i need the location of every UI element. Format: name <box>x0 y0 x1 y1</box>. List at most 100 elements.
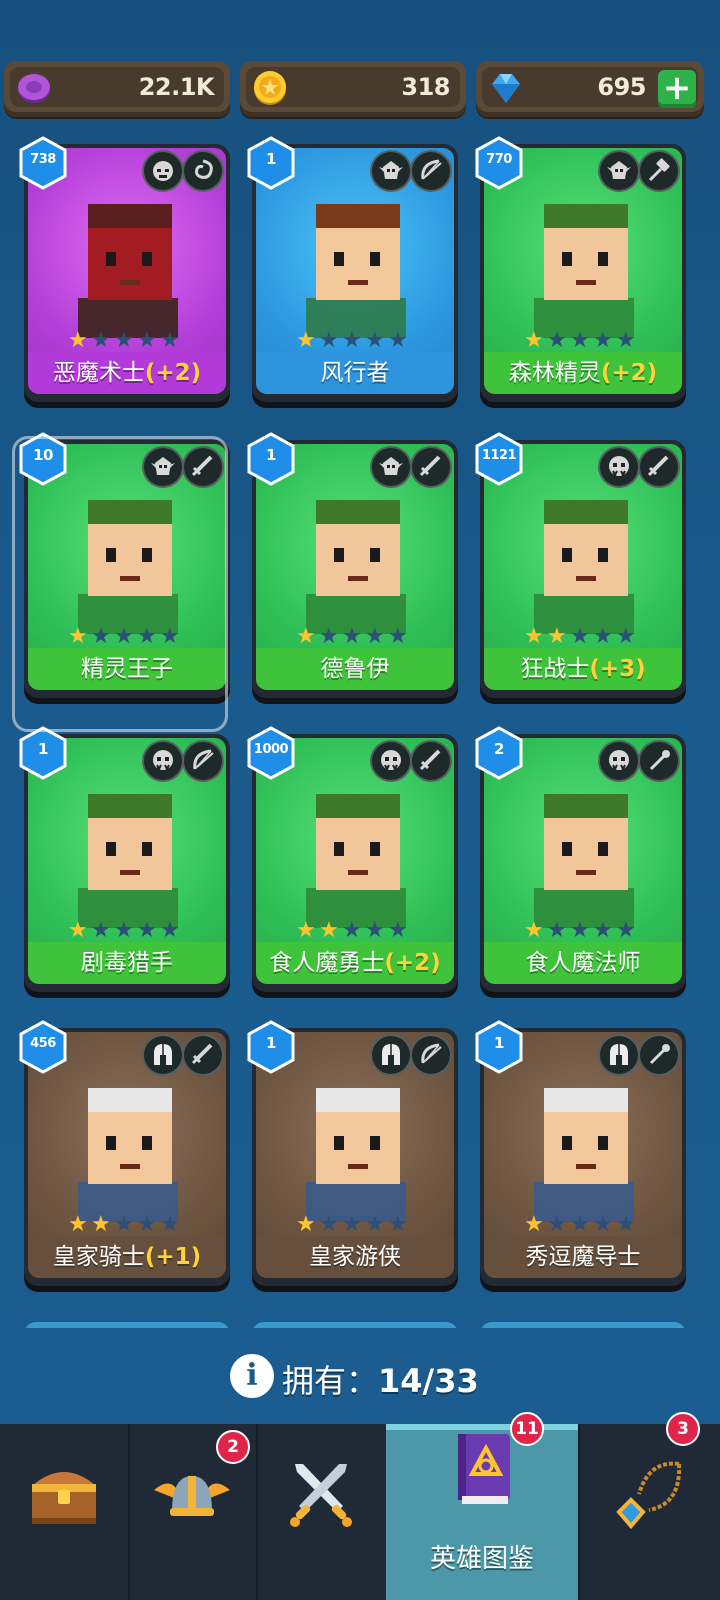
hero-figure <box>534 500 634 634</box>
hero-name: 精灵王子 <box>81 656 173 682</box>
hero-card[interactable]: 恶魔术士(+2) ★ ★ ★ ★ ★ 738 <box>19 136 230 402</box>
star-icon: ★ <box>137 624 157 649</box>
amulet-icon <box>616 1461 682 1530</box>
info-icon[interactable]: i <box>230 1354 274 1398</box>
winged-helmet-icon <box>154 1476 230 1516</box>
star-icon: ★ <box>616 918 636 943</box>
hero-card[interactable]: 森林精灵(+2) ★ ★ ★ ★ ★ 770 <box>475 136 686 402</box>
hero-figure <box>306 1088 406 1222</box>
star-icon: ★ <box>296 624 316 649</box>
hero-stars: ★ ★ ★ ★ ★ <box>296 1214 411 1238</box>
star-icon: ★ <box>68 918 88 943</box>
sword-icon <box>647 455 669 477</box>
weapon-badge <box>182 446 224 488</box>
faction-badge <box>142 740 184 782</box>
level-badge: 10 <box>18 432 68 486</box>
faction-badge <box>370 446 412 488</box>
star-icon: ★ <box>137 918 157 943</box>
star-icon: ★ <box>524 624 544 649</box>
tab-battle[interactable] <box>256 1424 388 1600</box>
star-icon: ★ <box>137 1212 157 1237</box>
star-icon: ★ <box>342 624 362 649</box>
star-icon: ★ <box>68 624 88 649</box>
star-icon: ★ <box>319 1212 339 1237</box>
tab-hero-codex-label: 英雄图鉴 <box>429 1544 534 1574</box>
hero-card[interactable]: 狂战士(+3) ★ ★ ★ ★ ★ 1121 <box>475 432 686 698</box>
star-icon: ★ <box>91 624 111 649</box>
hero-level: 2 <box>494 740 504 758</box>
level-badge: 1121 <box>474 432 524 486</box>
hero-level: 1121 <box>481 448 517 463</box>
weapon-badge <box>638 150 680 192</box>
gold-coin-value: 318 <box>401 73 450 101</box>
star-icon: ★ <box>91 918 111 943</box>
hero-card[interactable]: 风行者 ★ ★ ★ ★ ★ 1 <box>247 136 458 402</box>
hero-stars: ★ ★ ★ ★ ★ <box>524 330 639 354</box>
diamond-value: 695 <box>597 73 646 101</box>
helmet-icon <box>154 1044 172 1065</box>
hero-card[interactable]: 精灵王子 ★ ★ ★ ★ ★ 10 <box>19 432 230 698</box>
star-icon: ★ <box>593 328 613 353</box>
sword-icon <box>191 455 213 477</box>
hero-card[interactable]: 剧毒猎手 ★ ★ ★ ★ ★ 1 <box>19 726 230 992</box>
elf-icon <box>379 457 403 475</box>
orc-icon <box>381 750 401 772</box>
star-icon: ★ <box>365 918 385 943</box>
star-icon: ★ <box>388 1212 408 1237</box>
hero-name: 恶魔术士 <box>52 360 145 386</box>
star-icon: ★ <box>388 918 408 943</box>
tab-hero-codex[interactable]: 英雄图鉴 11 <box>386 1412 580 1600</box>
orc-icon <box>609 456 629 478</box>
hero-figure <box>78 1088 178 1222</box>
star-icon: ★ <box>91 1212 111 1237</box>
star-icon: ★ <box>68 328 88 353</box>
hero-figure <box>306 500 406 634</box>
add-diamonds-button[interactable]: + <box>658 70 696 108</box>
hero-card[interactable]: 皇家游侠 ★ ★ ★ ★ ★ 1 <box>247 1020 458 1286</box>
weapon-badge <box>410 740 452 782</box>
star-icon: ★ <box>616 328 636 353</box>
star-icon: ★ <box>114 1212 134 1237</box>
diamond-counter: 695 + <box>476 61 704 117</box>
star-icon: ★ <box>296 328 316 353</box>
orc-icon <box>609 750 629 772</box>
level-badge: 1 <box>18 726 68 780</box>
helmet-icon <box>610 1044 628 1065</box>
tab-equipment[interactable]: 2 <box>128 1424 258 1600</box>
star-icon: ★ <box>524 328 544 353</box>
hero-level: 1 <box>266 446 276 464</box>
hero-figure <box>306 204 406 338</box>
hero-card[interactable]: 食人魔法师 ★ ★ ★ ★ ★ 2 <box>475 726 686 992</box>
hero-name: 食人魔法师 <box>525 950 641 976</box>
orc-icon <box>153 750 173 772</box>
demon-mask-icon <box>153 161 173 181</box>
hero-name: 食人魔勇士 <box>269 950 385 976</box>
level-badge: 1 <box>246 1020 296 1074</box>
staff-icon <box>649 750 670 771</box>
hero-card[interactable]: 秀逗魔导士 ★ ★ ★ ★ ★ 1 <box>475 1020 686 1286</box>
bottom-navigation: 2 英雄图鉴 11 3 <box>0 1412 720 1600</box>
hero-level: 456 <box>30 1036 56 1051</box>
hero-card[interactable]: 食人魔勇士(+2) ★ ★ ★ ★ ★ 1000 <box>247 726 458 992</box>
equipment-badge: 2 <box>216 1430 250 1464</box>
star-icon: ★ <box>570 624 590 649</box>
star-icon: ★ <box>365 1212 385 1237</box>
weapon-badge <box>410 446 452 488</box>
level-badge: 456 <box>18 1020 68 1074</box>
hero-level: 1 <box>266 150 276 168</box>
star-icon: ★ <box>160 624 180 649</box>
hero-bonus: (+2) <box>144 360 202 386</box>
tab-shop[interactable] <box>0 1424 130 1600</box>
star-icon: ★ <box>365 624 385 649</box>
tab-accessories[interactable]: 3 <box>578 1412 720 1600</box>
star-icon: ★ <box>319 624 339 649</box>
faction-badge <box>142 1034 184 1076</box>
hero-name: 皇家游侠 <box>309 1244 401 1270</box>
hero-level: 10 <box>33 446 53 464</box>
hero-bonus: (+2) <box>600 360 658 386</box>
level-badge: 1 <box>474 1020 524 1074</box>
hero-card[interactable]: 皇家骑士(+1) ★ ★ ★ ★ ★ 456 <box>19 1020 230 1286</box>
weapon-badge <box>410 150 452 192</box>
weapon-badge <box>638 1034 680 1076</box>
hero-card[interactable]: 德鲁伊 ★ ★ ★ ★ ★ 1 <box>247 432 458 698</box>
